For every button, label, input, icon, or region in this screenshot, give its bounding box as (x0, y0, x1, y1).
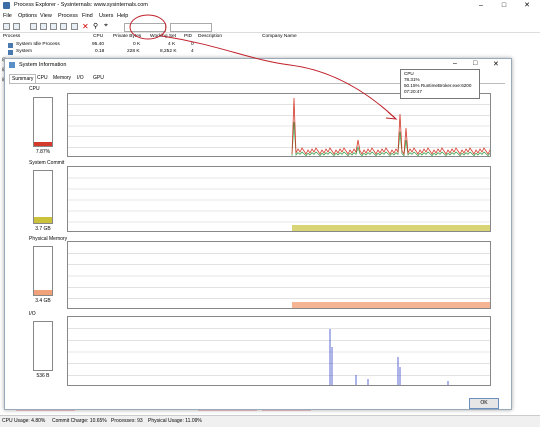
annotation-overlay (129, 14, 398, 120)
annotation-arrow (161, 35, 396, 119)
annotation-circle (129, 14, 167, 40)
annotation-arrowhead (385, 111, 398, 120)
